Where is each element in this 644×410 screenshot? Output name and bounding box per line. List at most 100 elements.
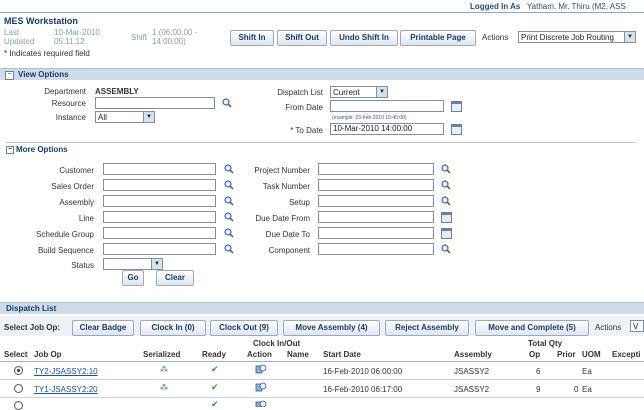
search-icon[interactable]: [441, 164, 451, 174]
task-number-label: Task Number: [262, 182, 310, 191]
dispatch-list-value: Current: [333, 88, 360, 97]
go-button[interactable]: Go: [122, 270, 144, 286]
search-icon[interactable]: [224, 180, 234, 190]
search-icon[interactable]: [224, 164, 234, 174]
clear-button[interactable]: Clear: [156, 270, 194, 286]
shift-label: Shift: [131, 33, 148, 42]
row-divider: [0, 397, 644, 398]
from-date-label: From Date: [285, 103, 323, 112]
uom-cell: Ea: [582, 367, 592, 376]
dispatch-list-label: Dispatch List: [277, 88, 323, 97]
dispatch-actions-value: V: [633, 322, 639, 331]
logged-in-info: Logged In As Yatham, Mr. Thiru (M2, ASS: [470, 2, 626, 11]
printable-page-button[interactable]: Printable Page: [400, 30, 476, 46]
status-select[interactable]: ▼: [103, 258, 163, 270]
reject-assembly-button[interactable]: Reject Assembly: [385, 320, 469, 336]
col-serialized: Serialized: [143, 350, 181, 359]
schedule-group-input[interactable]: [103, 227, 216, 239]
setup-input[interactable]: [318, 195, 434, 207]
search-icon[interactable]: [222, 98, 232, 108]
clock-action-icon[interactable]: [255, 381, 267, 393]
row-select-radio[interactable]: [14, 384, 23, 393]
search-icon[interactable]: [441, 244, 451, 254]
collapse-icon[interactable]: −: [6, 145, 14, 154]
clock-action-icon[interactable]: [255, 399, 267, 407]
project-number-input[interactable]: [318, 163, 434, 175]
build-sequence-input[interactable]: [103, 243, 216, 255]
move-and-complete-button[interactable]: Move and Complete (5): [475, 320, 589, 336]
clock-action-icon[interactable]: [255, 363, 267, 375]
department-label: Department: [44, 87, 86, 96]
view-options-header[interactable]: − View Options: [0, 68, 644, 80]
shift-out-button[interactable]: Shift Out: [277, 30, 327, 46]
undo-shift-in-button[interactable]: Undo Shift In: [330, 30, 398, 46]
build-sequence-label: Build Sequence: [37, 246, 94, 255]
start-date-cell: 16-Feb-2010 06:00:00: [323, 367, 403, 376]
component-input[interactable]: [318, 243, 434, 255]
col-job-op: Job Op: [34, 350, 62, 359]
dispatch-list-header: Dispatch List: [0, 302, 644, 314]
from-date-input[interactable]: [330, 100, 444, 112]
sales-order-input[interactable]: [103, 179, 216, 191]
more-options-header[interactable]: − More Options: [6, 145, 68, 154]
collapse-icon[interactable]: −: [5, 71, 14, 80]
search-icon[interactable]: [224, 212, 234, 222]
chevron-down-icon: ▼: [376, 87, 387, 97]
more-options-title: More Options: [16, 145, 68, 154]
required-note: * Indicates required field: [4, 49, 90, 58]
line-label: Line: [78, 214, 94, 223]
last-updated-value: 10-Mar-2010 05:11:12: [54, 28, 100, 46]
calendar-icon[interactable]: [451, 101, 462, 112]
ready-check-icon: ✔: [211, 364, 219, 374]
line-input[interactable]: [103, 211, 216, 223]
search-icon[interactable]: [224, 196, 234, 206]
instance-label: Instance: [55, 113, 86, 122]
job-op-link[interactable]: TY2-JSASSY2:10: [34, 367, 98, 376]
serialized-icon: ⁂: [160, 365, 168, 374]
assembly-input[interactable]: [103, 195, 216, 207]
calendar-icon[interactable]: [451, 124, 462, 135]
task-number-input[interactable]: [318, 179, 434, 191]
dispatch-actions-label: Actions: [595, 323, 622, 332]
move-assembly-button[interactable]: Move Assembly (4): [283, 320, 380, 336]
sales-order-label: Sales Order: [51, 182, 94, 191]
clear-badge-button[interactable]: Clear Badge: [72, 320, 134, 336]
to-date-label: * To Date: [290, 126, 323, 135]
resource-input[interactable]: [95, 97, 215, 109]
customer-label: Customer: [59, 166, 94, 175]
instance-select[interactable]: All ▼: [95, 111, 155, 123]
job-op-link[interactable]: TY1-JSASSY2:20: [34, 385, 98, 394]
clock-in-button[interactable]: Clock In (0): [140, 320, 206, 336]
dispatch-list-select[interactable]: Current ▼: [330, 86, 388, 98]
search-icon[interactable]: [224, 228, 234, 238]
more-options-divider: [6, 142, 636, 143]
calendar-icon[interactable]: [441, 212, 452, 223]
row-select-radio[interactable]: [14, 366, 23, 375]
header-divider: [0, 12, 644, 13]
dispatch-actions-select[interactable]: V: [630, 320, 644, 332]
clock-out-button[interactable]: Clock Out (9): [210, 320, 278, 336]
due-date-from-input[interactable]: [318, 211, 434, 223]
toolbar-actions-select[interactable]: Print Discrete Job Routing ▼: [518, 31, 636, 43]
search-icon[interactable]: [441, 180, 451, 190]
shift-value: 1 (06:00:00 - 14:00:00): [152, 28, 198, 46]
chevron-down-icon: ▼: [151, 259, 162, 269]
page-title: MES Workstation: [4, 16, 78, 26]
logged-in-label: Logged In As: [470, 2, 521, 11]
to-date-input[interactable]: 10-Mar-2010 14:00:00: [330, 123, 444, 135]
instance-value: All: [98, 113, 107, 122]
start-date-cell: 16-Feb-2010 06:17:00: [323, 385, 403, 394]
search-icon[interactable]: [441, 196, 451, 206]
col-assembly: Assembly: [454, 350, 492, 359]
chevron-down-icon: ▼: [143, 112, 154, 122]
col-clock-group: Clock In/Out: [253, 339, 301, 348]
row-select-radio[interactable]: [14, 401, 23, 410]
customer-input[interactable]: [103, 163, 216, 175]
calendar-icon[interactable]: [441, 228, 452, 239]
col-exceptions: Excepti: [612, 350, 641, 359]
assembly-cell: JSASSY2: [454, 367, 490, 376]
department-value: ASSEMBLY: [95, 87, 139, 96]
due-date-to-input[interactable]: [318, 227, 434, 239]
search-icon[interactable]: [224, 244, 234, 254]
shift-in-button[interactable]: Shift In: [230, 30, 274, 46]
